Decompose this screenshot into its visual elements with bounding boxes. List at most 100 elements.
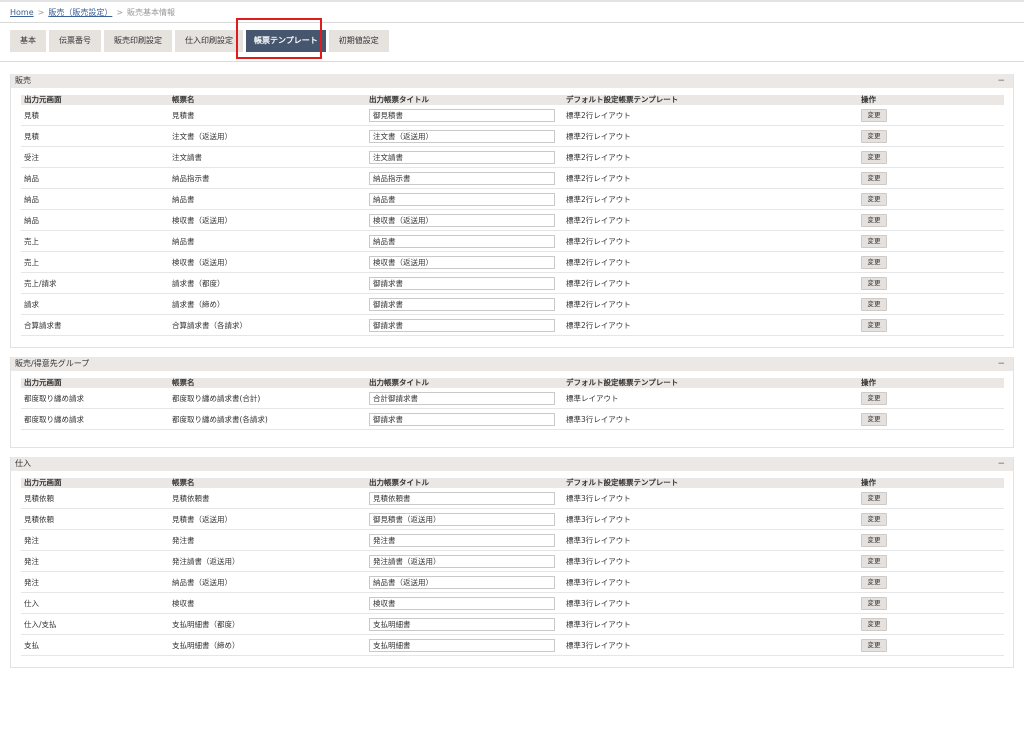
change-button[interactable]: 変更	[861, 391, 887, 405]
change-button[interactable]: 変更	[861, 213, 887, 227]
form-name-cell: 注文請書	[169, 146, 366, 168]
section-header: 仕入 −	[11, 457, 1013, 471]
default-template-cell: 標準3行レイアウト	[563, 613, 858, 635]
output-title-cell	[366, 125, 563, 147]
output-title-input[interactable]	[369, 318, 555, 332]
change-button[interactable]: 変更	[861, 575, 887, 589]
output-title-input[interactable]	[369, 129, 555, 143]
default-template-cell: 標準3行レイアウト	[563, 408, 858, 430]
output-title-input[interactable]	[369, 171, 555, 185]
collapse-icon[interactable]: −	[997, 357, 1005, 371]
output-title-input[interactable]	[369, 512, 555, 526]
output-title-input[interactable]	[369, 150, 555, 164]
source-screen-cell: 見積依頼	[21, 488, 169, 509]
template-table: 出力元画面 帳票名 出力帳票タイトル デフォルト設定帳票テンプレート 操作 都度…	[21, 378, 1004, 430]
output-title-cell	[366, 105, 563, 126]
collapse-icon[interactable]: −	[997, 457, 1005, 471]
tab-purchase-print-settings[interactable]: 仕入印刷設定	[175, 30, 243, 52]
source-screen-cell: 都度取り纏め請求	[21, 408, 169, 430]
default-template-cell: 標準2行レイアウト	[563, 230, 858, 252]
change-button[interactable]: 変更	[861, 638, 887, 652]
collapse-icon[interactable]: −	[997, 74, 1005, 88]
output-title-input[interactable]	[369, 638, 555, 652]
section-title: 販売/得意先グループ	[15, 359, 90, 368]
change-button[interactable]: 変更	[861, 234, 887, 248]
change-button[interactable]: 変更	[861, 150, 887, 164]
output-title-input[interactable]	[369, 617, 555, 631]
change-button[interactable]: 変更	[861, 512, 887, 526]
table-row: 見積注文書（返送用） 標準2行レイアウト変更	[21, 125, 1004, 147]
form-name-cell: 見積書（返送用）	[169, 508, 366, 530]
output-title-input[interactable]	[369, 596, 555, 610]
operation-cell: 変更	[858, 105, 1004, 126]
default-template-cell: 標準3行レイアウト	[563, 508, 858, 530]
tab-initial-values[interactable]: 初期値設定	[328, 30, 389, 52]
form-name-cell: 納品書（返送用）	[169, 571, 366, 593]
form-name-cell: 発注書	[169, 529, 366, 551]
default-template-cell: 標準3行レイアウト	[563, 592, 858, 614]
column-header-default-template: デフォルト設定帳票テンプレート	[563, 478, 858, 488]
table-row: 合算請求書合算請求書（各請求） 標準2行レイアウト変更	[21, 314, 1004, 336]
change-button[interactable]: 変更	[861, 533, 887, 547]
operation-cell: 変更	[858, 272, 1004, 294]
default-template-cell: 標準レイアウト	[563, 388, 858, 409]
output-title-input[interactable]	[369, 108, 555, 122]
change-button[interactable]: 変更	[861, 318, 887, 332]
breadcrumb-home-link[interactable]: Home	[10, 8, 34, 17]
column-header-form-name: 帳票名	[169, 95, 366, 105]
column-header-default-template: デフォルト設定帳票テンプレート	[563, 378, 858, 388]
operation-cell: 変更	[858, 550, 1004, 572]
output-title-cell	[366, 167, 563, 189]
output-title-input[interactable]	[369, 255, 555, 269]
output-title-input[interactable]	[369, 412, 555, 426]
source-screen-cell: 仕入/支払	[21, 613, 169, 635]
change-button[interactable]: 変更	[861, 617, 887, 631]
output-title-input[interactable]	[369, 391, 555, 405]
output-title-input[interactable]	[369, 213, 555, 227]
settings-tabs: 基本 伝票番号 販売印刷設定 仕入印刷設定 帳票テンプレート 初期値設定	[10, 30, 392, 52]
tab-basic[interactable]: 基本	[10, 30, 46, 52]
operation-cell: 変更	[858, 125, 1004, 147]
change-button[interactable]: 変更	[861, 192, 887, 206]
source-screen-cell: 納品	[21, 167, 169, 189]
change-button[interactable]: 変更	[861, 108, 887, 122]
form-name-cell: 都度取り纏め請求書(各請求)	[169, 408, 366, 430]
table-row: 納品検収書（返送用） 標準2行レイアウト変更	[21, 209, 1004, 231]
change-button[interactable]: 変更	[861, 554, 887, 568]
template-table: 出力元画面 帳票名 出力帳票タイトル デフォルト設定帳票テンプレート 操作 見積…	[21, 478, 1004, 656]
source-screen-cell: 売上	[21, 251, 169, 273]
change-button[interactable]: 変更	[861, 255, 887, 269]
operation-cell: 変更	[858, 571, 1004, 593]
output-title-input[interactable]	[369, 533, 555, 547]
table-row: 見積依頼見積依頼書 標準3行レイアウト変更	[21, 488, 1004, 509]
output-title-input[interactable]	[369, 192, 555, 206]
form-name-cell: 支払明細書（都度）	[169, 613, 366, 635]
change-button[interactable]: 変更	[861, 491, 887, 505]
default-template-cell: 標準3行レイアウト	[563, 634, 858, 656]
change-button[interactable]: 変更	[861, 596, 887, 610]
output-title-input[interactable]	[369, 575, 555, 589]
change-button[interactable]: 変更	[861, 412, 887, 426]
output-title-input[interactable]	[369, 234, 555, 248]
output-title-cell	[366, 272, 563, 294]
source-screen-cell: 納品	[21, 209, 169, 231]
output-title-input[interactable]	[369, 554, 555, 568]
operation-cell: 変更	[858, 529, 1004, 551]
default-template-cell: 標準2行レイアウト	[563, 251, 858, 273]
change-button[interactable]: 変更	[861, 171, 887, 185]
output-title-input[interactable]	[369, 297, 555, 311]
output-title-cell	[366, 508, 563, 530]
change-button[interactable]: 変更	[861, 276, 887, 290]
tab-sales-print-settings[interactable]: 販売印刷設定	[104, 30, 172, 52]
breadcrumb-sales-settings-link[interactable]: 販売（販売設定）	[48, 8, 112, 17]
form-name-cell: 見積書	[169, 105, 366, 126]
table-header-row: 出力元画面 帳票名 出力帳票タイトル デフォルト設定帳票テンプレート 操作	[21, 478, 1004, 488]
change-button[interactable]: 変更	[861, 129, 887, 143]
output-title-input[interactable]	[369, 491, 555, 505]
output-title-input[interactable]	[369, 276, 555, 290]
tab-slip-number[interactable]: 伝票番号	[49, 30, 101, 52]
output-title-cell	[366, 293, 563, 315]
default-template-cell: 標準3行レイアウト	[563, 550, 858, 572]
change-button[interactable]: 変更	[861, 297, 887, 311]
form-name-cell: 請求書（都度）	[169, 272, 366, 294]
